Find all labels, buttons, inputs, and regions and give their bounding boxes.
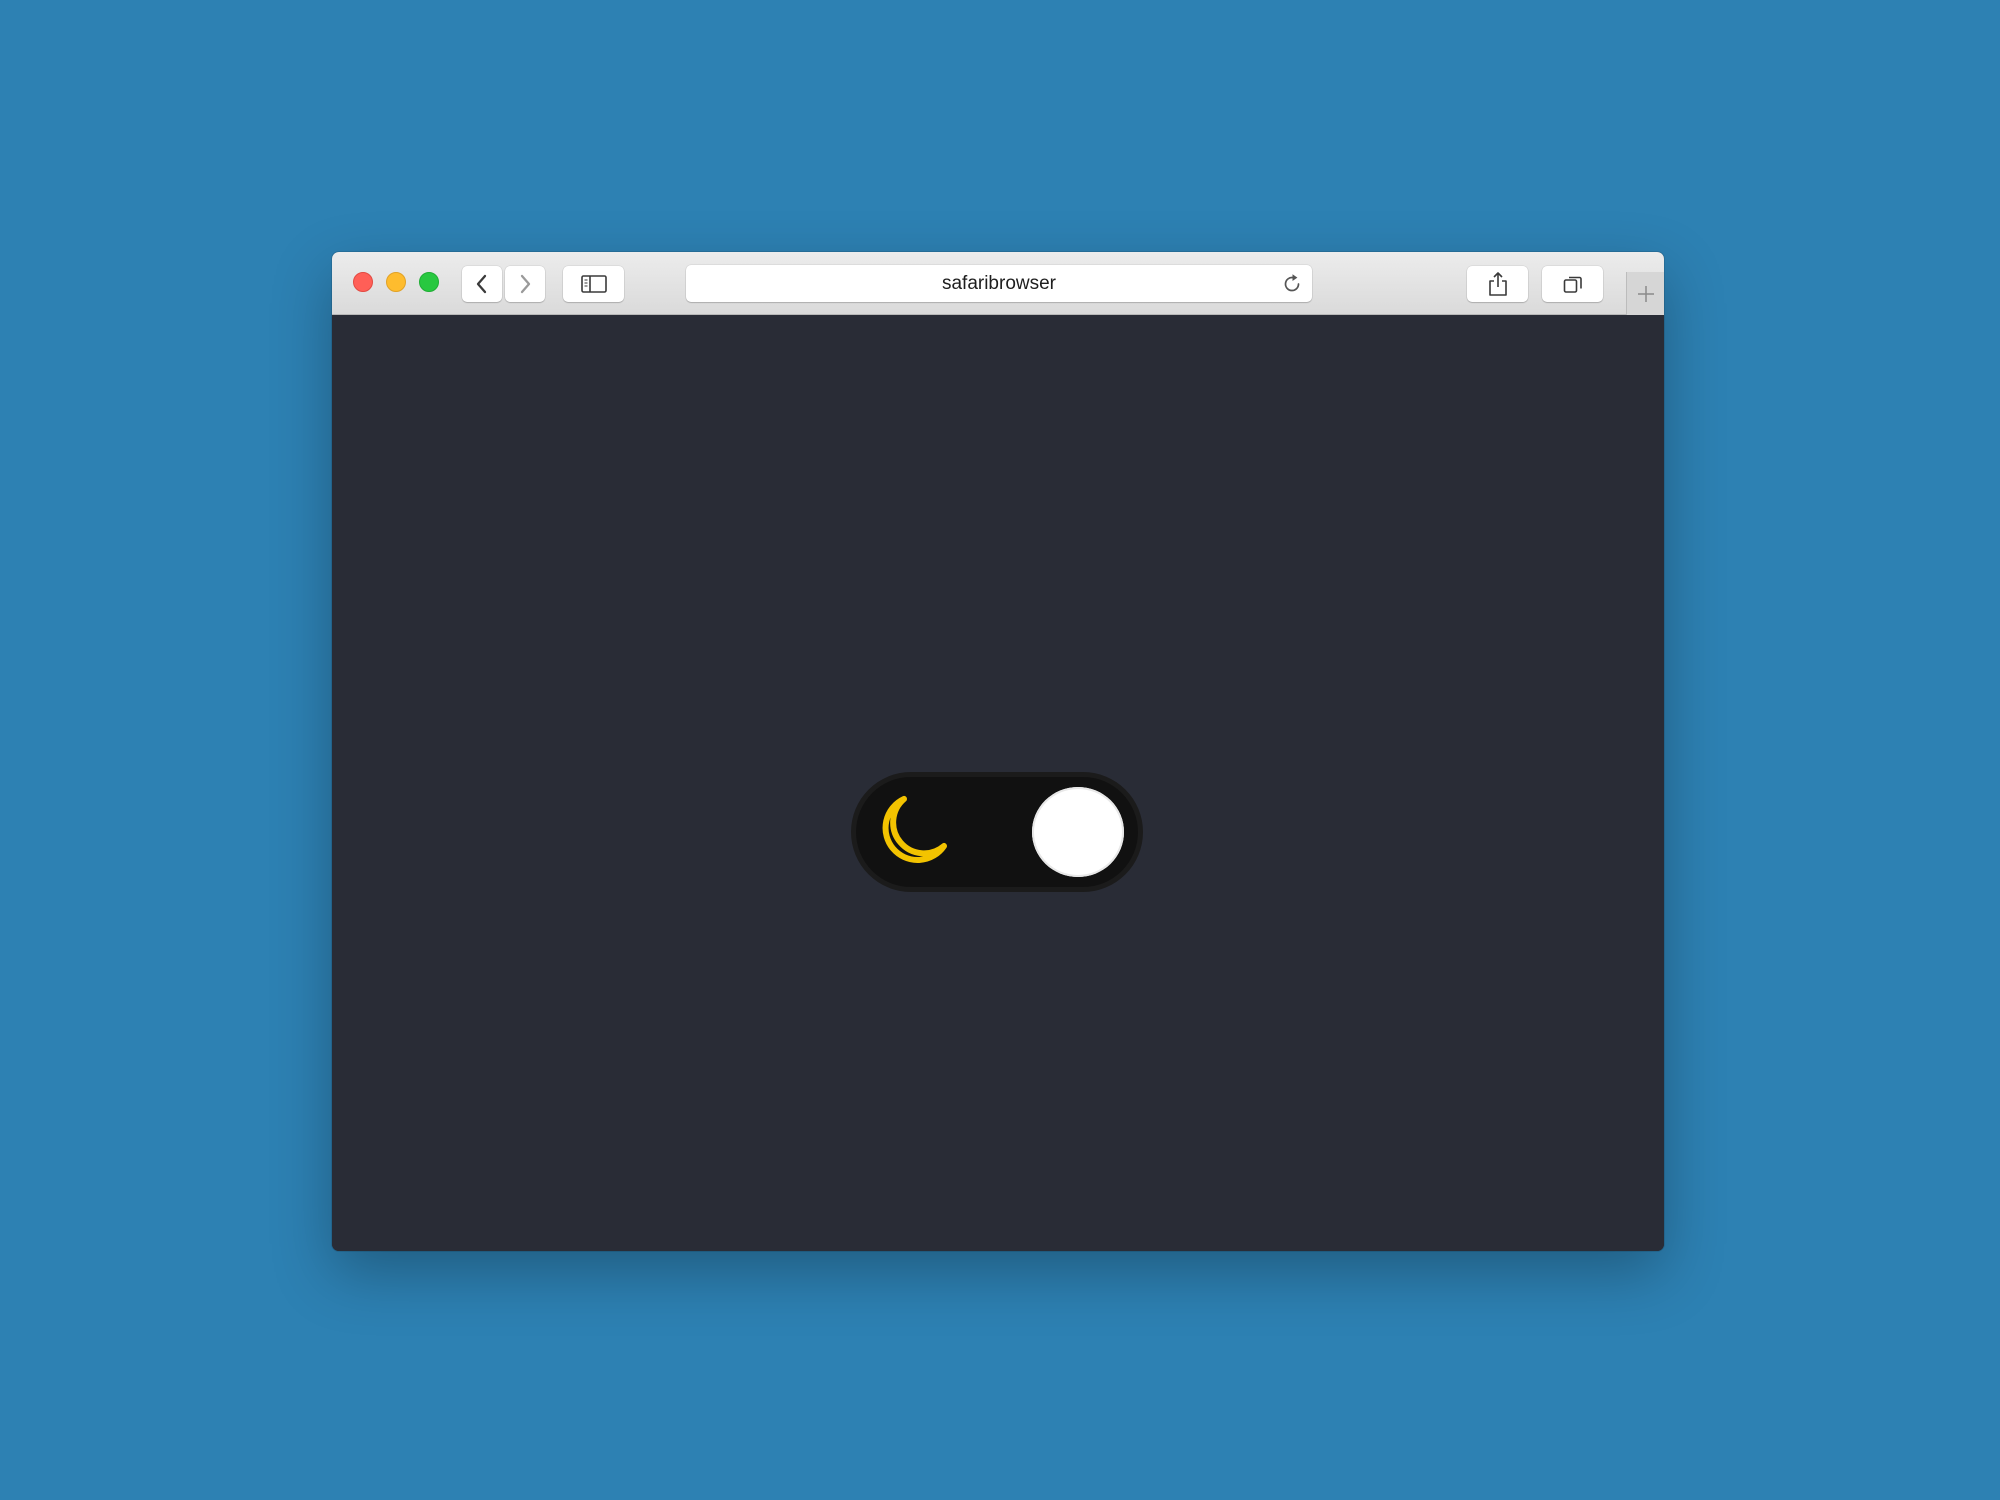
close-button[interactable] — [353, 272, 373, 292]
sidebar-icon — [580, 275, 607, 293]
tabs-button[interactable] — [1542, 266, 1603, 302]
sidebar-button[interactable] — [563, 266, 624, 302]
reload-button[interactable] — [1280, 272, 1304, 296]
toggle-knob[interactable] — [1032, 787, 1124, 877]
plus-icon — [1637, 285, 1654, 302]
address-bar[interactable]: safaribrowser — [686, 265, 1312, 302]
forward-button[interactable] — [505, 266, 545, 302]
browser-window: safaribrowser — [332, 252, 1664, 1251]
tabs-icon — [1563, 276, 1582, 293]
moon-icon — [882, 796, 947, 863]
chevron-right-icon — [520, 274, 531, 294]
page-content — [332, 315, 1664, 1251]
browser-toolbar: safaribrowser — [332, 252, 1664, 315]
dark-mode-toggle[interactable] — [856, 777, 1138, 887]
minimize-button[interactable] — [386, 272, 406, 292]
zoom-button[interactable] — [419, 272, 439, 292]
address-text: safaribrowser — [941, 273, 1057, 294]
new-tab-button[interactable] — [1626, 272, 1664, 315]
share-icon — [1488, 272, 1507, 296]
chevron-left-icon — [476, 274, 487, 294]
share-button[interactable] — [1467, 266, 1528, 302]
reload-icon — [1284, 274, 1300, 292]
back-button[interactable] — [462, 266, 502, 302]
